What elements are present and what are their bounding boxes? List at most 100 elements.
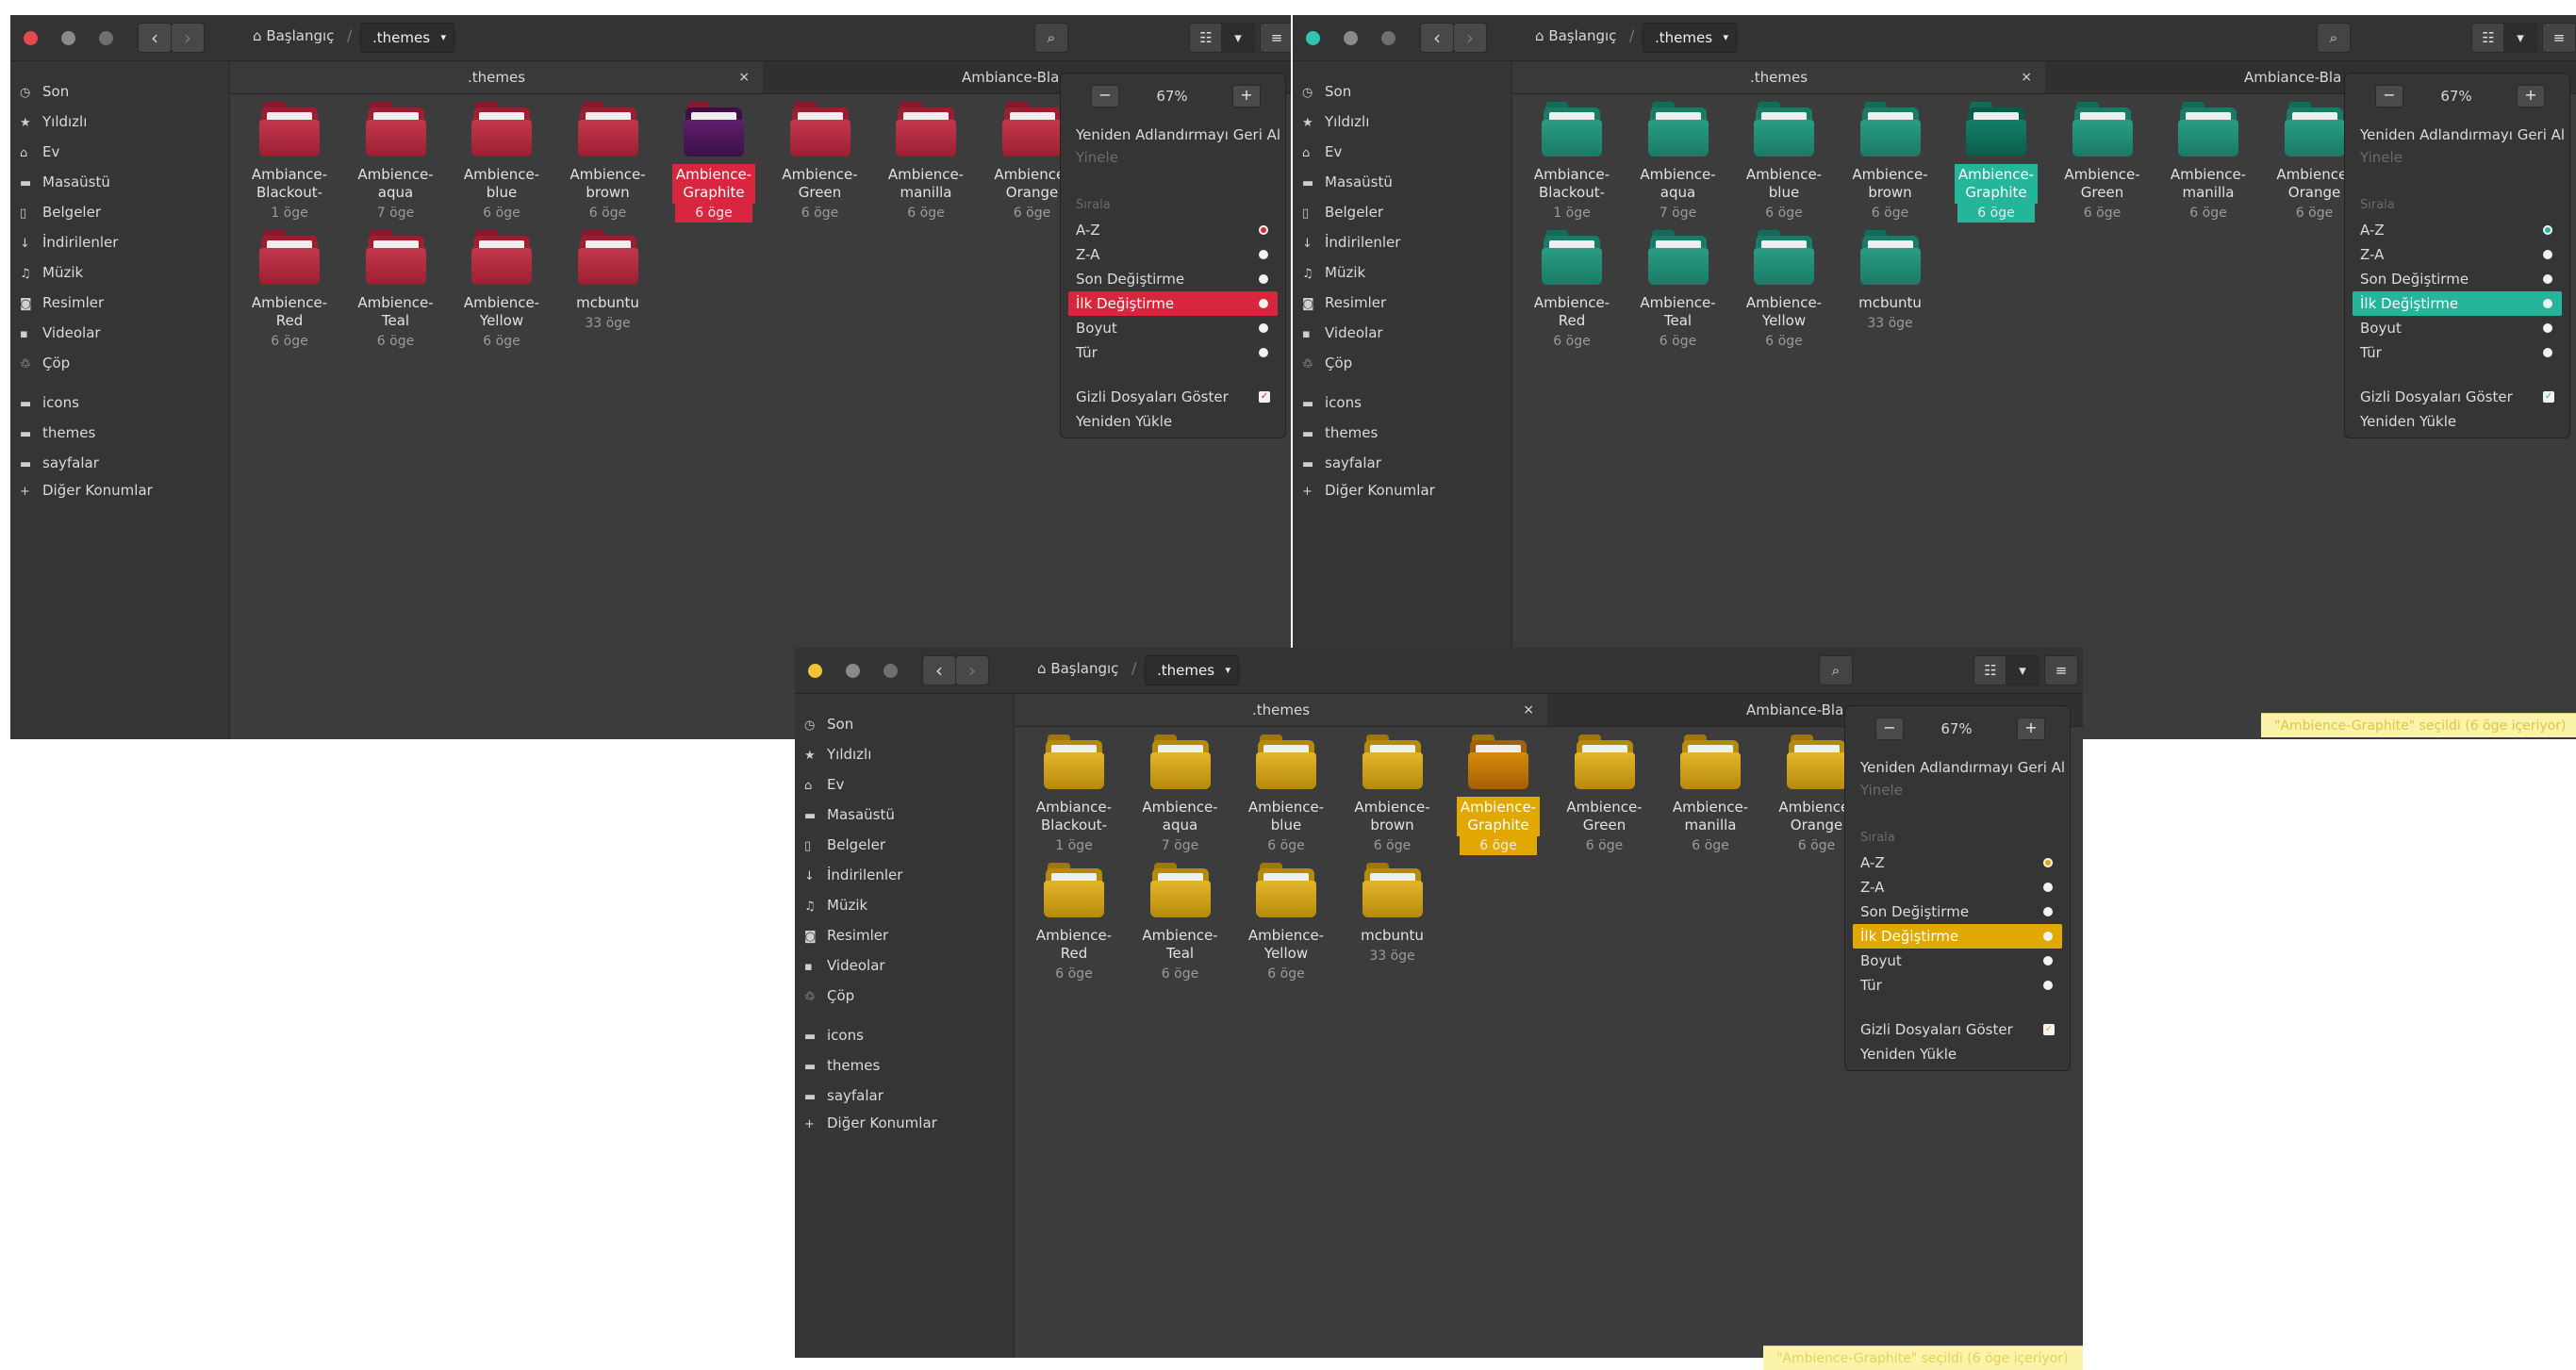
sidebar-item[interactable]: ▬ Masaüstü <box>20 169 110 195</box>
sidebar-item[interactable]: ▬ themes <box>804 1052 880 1079</box>
view-toggle-button[interactable]: ☷ <box>2471 23 2505 53</box>
sort-option[interactable]: A-Z <box>1061 218 1285 242</box>
maximize-window-button[interactable] <box>883 664 898 678</box>
main-menu-button[interactable]: ≡ <box>2044 655 2078 685</box>
sort-option[interactable]: Boyut <box>1061 316 1285 340</box>
folder-item[interactable]: Ambience- Teal 6 öge <box>347 223 445 351</box>
sort-option[interactable]: İlk Değiştirme <box>1853 924 2062 949</box>
forward-button[interactable]: › <box>171 23 205 53</box>
sidebar-item[interactable]: ▯ Belgeler <box>804 832 885 858</box>
sidebar-item[interactable]: ▬ Masaüstü <box>1302 169 1393 195</box>
sidebar-item[interactable]: ▬ icons <box>20 389 79 416</box>
sort-option[interactable]: Tür <box>1061 340 1285 365</box>
view-options-button[interactable]: ▾ <box>1221 23 1255 53</box>
view-options-button[interactable]: ▾ <box>2006 655 2039 685</box>
breadcrumb-current-folder[interactable]: .themes ▾ <box>1145 655 1239 685</box>
folder-item[interactable]: Ambience- Graphite 6 öge <box>665 94 763 223</box>
sidebar-item[interactable]: ↓ İndirilenler <box>1302 229 1400 256</box>
sidebar-item[interactable]: ♲ Çöp <box>1302 350 1352 376</box>
folder-item[interactable]: Ambience- Green 6 öge <box>2054 94 2152 223</box>
folder-item[interactable]: Ambience- Red 6 öge <box>1025 855 1123 983</box>
view-options-button[interactable]: ▾ <box>2503 23 2537 53</box>
zoom-out-button[interactable]: − <box>1091 85 1119 107</box>
breadcrumb-home[interactable]: ⌂ Başlangıç <box>1535 27 1616 44</box>
sidebar-item[interactable]: ▬ sayfalar <box>804 1082 883 1109</box>
folder-item[interactable]: Ambience- aqua 7 öge <box>1131 727 1230 855</box>
reload-item[interactable]: Yeniden Yükle <box>2345 409 2569 434</box>
sort-option[interactable]: İlk Değiştirme <box>1068 291 1278 316</box>
undo-rename-item[interactable]: Yeniden Adlandırmayı Geri Al <box>1845 755 2070 780</box>
forward-button[interactable]: › <box>955 655 989 685</box>
sidebar-item[interactable]: ↓ İndirilenler <box>804 862 902 888</box>
folder-item[interactable]: Ambience- Green 6 öge <box>1556 727 1654 855</box>
close-window-button[interactable] <box>808 664 822 678</box>
sort-option[interactable]: İlk Değiştirme <box>2353 291 2562 316</box>
sidebar-item[interactable]: ▬ icons <box>804 1022 864 1048</box>
sidebar-item[interactable]: ▪ Videolar <box>1302 320 1383 346</box>
folder-item[interactable]: Ambiance- Blackout- 1 öge <box>1523 94 1621 223</box>
undo-rename-item[interactable]: Yeniden Adlandırmayı Geri Al <box>1061 123 1285 147</box>
folder-item[interactable]: Ambience- brown 6 öge <box>1344 727 1442 855</box>
sort-option[interactable]: Boyut <box>1845 949 2070 973</box>
folder-item[interactable]: Ambience- manilla 6 öge <box>2159 94 2257 223</box>
sidebar-item[interactable]: ⌂ Ev <box>20 139 59 165</box>
sidebar-item[interactable]: ★ Yıldızlı <box>804 741 871 768</box>
sidebar-item[interactable]: ▪ Videolar <box>20 320 101 346</box>
show-hidden-files-item[interactable]: Gizli Dosyaları Göster ✓ <box>1845 1017 2070 1042</box>
sidebar-item[interactable]: ♫ Müzik <box>804 892 867 918</box>
zoom-in-button[interactable]: + <box>2017 718 2045 740</box>
sidebar-item[interactable]: ▬ sayfalar <box>20 450 99 476</box>
folder-item[interactable]: mcbuntu 33 öge <box>1344 855 1442 966</box>
sidebar-item[interactable]: + Diğer Konumlar <box>20 477 153 503</box>
show-hidden-files-item[interactable]: Gizli Dosyaları Göster ✓ <box>1061 385 1285 409</box>
breadcrumb-home[interactable]: ⌂ Başlangıç <box>1037 660 1118 677</box>
close-window-button[interactable] <box>24 31 38 45</box>
sidebar-item[interactable]: ↓ İndirilenler <box>20 229 118 256</box>
reload-item[interactable]: Yeniden Yükle <box>1845 1042 2070 1066</box>
sort-option[interactable]: A-Z <box>2345 218 2569 242</box>
folder-item[interactable]: Ambience- Red 6 öge <box>1523 223 1621 351</box>
sort-option[interactable]: Son Değiştirme <box>1061 267 1285 291</box>
search-button[interactable]: ⌕ <box>1034 23 1068 53</box>
folder-item[interactable]: Ambience- Yellow 6 öge <box>1237 855 1335 983</box>
sort-option[interactable]: Tür <box>2345 340 2569 365</box>
sidebar-item[interactable]: ▯ Belgeler <box>20 199 101 225</box>
sidebar-item[interactable]: ▪ Videolar <box>804 952 885 979</box>
zoom-in-button[interactable]: + <box>2517 85 2545 107</box>
sidebar-item[interactable]: ♲ Çöp <box>20 350 70 376</box>
undo-rename-item[interactable]: Yeniden Adlandırmayı Geri Al <box>2345 123 2569 147</box>
sort-option[interactable]: Z-A <box>1061 242 1285 267</box>
sort-option[interactable]: Tür <box>1845 973 2070 998</box>
sidebar-item[interactable]: ♲ Çöp <box>804 982 854 1009</box>
folder-item[interactable]: Ambience- Graphite 6 öge <box>1947 94 2045 223</box>
close-tab-icon[interactable]: × <box>2021 61 2032 93</box>
folder-item[interactable]: mcbuntu 33 öge <box>1841 223 1940 333</box>
reload-item[interactable]: Yeniden Yükle <box>1061 409 1285 434</box>
folder-item[interactable]: Ambience- Graphite 6 öge <box>1449 727 1547 855</box>
folder-item[interactable]: Ambience- manilla 6 öge <box>1661 727 1759 855</box>
folder-item[interactable]: Ambience- Green 6 öge <box>771 94 869 223</box>
minimize-window-button[interactable] <box>846 664 860 678</box>
close-tab-icon[interactable]: × <box>1523 694 1534 726</box>
folder-item[interactable]: mcbuntu 33 öge <box>559 223 657 333</box>
tab-themes[interactable]: .themes × <box>230 61 763 93</box>
sort-option[interactable]: Boyut <box>2345 316 2569 340</box>
breadcrumb-home[interactable]: ⌂ Başlangıç <box>253 27 334 44</box>
sidebar-item[interactable]: ♫ Müzik <box>1302 259 1365 286</box>
folder-item[interactable]: Ambience- Yellow 6 öge <box>453 223 551 351</box>
zoom-out-button[interactable]: − <box>2375 85 2403 107</box>
main-menu-button[interactable]: ≡ <box>1260 23 1291 53</box>
zoom-in-button[interactable]: + <box>1232 85 1261 107</box>
folder-item[interactable]: Ambience- Red 6 öge <box>240 223 339 351</box>
minimize-window-button[interactable] <box>1344 31 1358 45</box>
folder-item[interactable]: Ambience- Teal 6 öge <box>1629 223 1727 351</box>
sidebar-item[interactable]: ⌂ Ev <box>1302 139 1342 165</box>
sort-option[interactable]: Z-A <box>2345 242 2569 267</box>
folder-item[interactable]: Ambience- manilla 6 öge <box>877 94 975 223</box>
forward-button[interactable]: › <box>1453 23 1487 53</box>
sidebar-item[interactable]: ◷ Son <box>1302 78 1351 105</box>
search-button[interactable]: ⌕ <box>2317 23 2351 53</box>
tab-themes[interactable]: .themes × <box>1015 694 1547 726</box>
sidebar-item[interactable]: ▬ Masaüstü <box>804 801 895 828</box>
sidebar-item[interactable]: ◙ Resimler <box>1302 289 1386 316</box>
